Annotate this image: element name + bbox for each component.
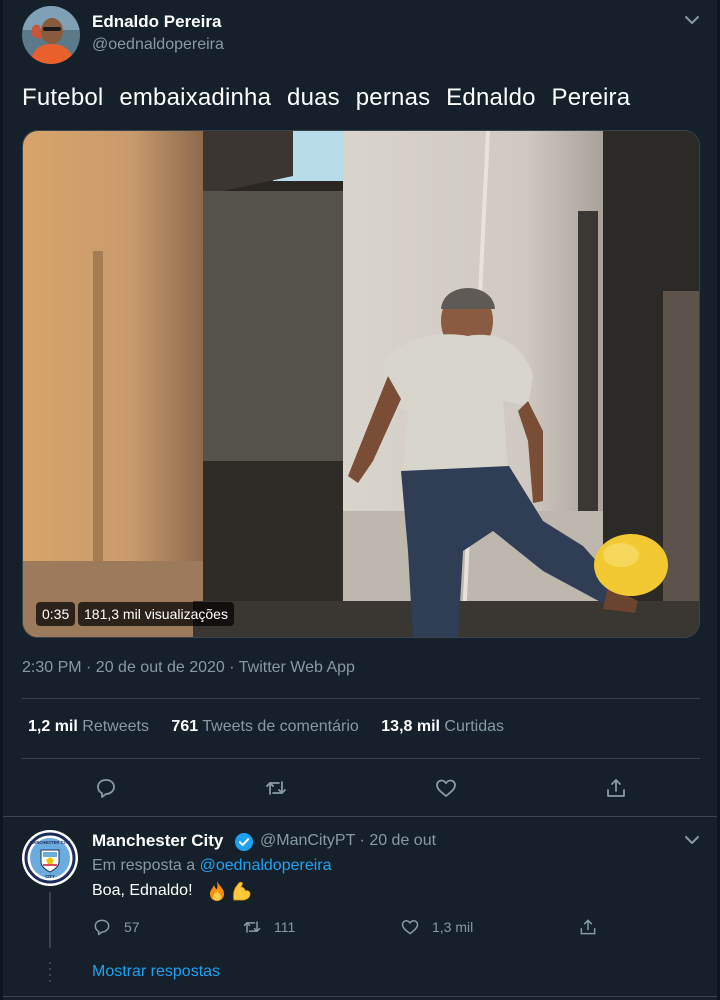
retweet-icon[interactable] — [262, 774, 290, 802]
video-views-badge: 181,3 mil visualizações — [78, 602, 234, 626]
thread-dots — [49, 962, 51, 984]
tweet-detail-page: Ednaldo Pereira @oednaldopereira Futebol… — [0, 0, 720, 1000]
divider — [22, 758, 700, 759]
crest-text: MANCHESTER CITY — [30, 840, 70, 845]
author-name[interactable]: Ednaldo Pereira — [92, 12, 221, 32]
share-icon — [580, 919, 596, 935]
video-duration-badge: 0:35 — [36, 602, 76, 626]
like-icon[interactable] — [432, 774, 460, 802]
thread-line — [49, 892, 51, 948]
reply-text: Boa, Ednaldo! — [92, 882, 193, 899]
reply-retweets-count: 111 — [274, 919, 296, 935]
reply-replies-count: 57 — [124, 919, 140, 935]
tweet-stats: 1,2 mil Retweets 761 Tweets de comentári… — [28, 718, 522, 736]
author-handle[interactable]: @oednaldopereira — [92, 36, 224, 54]
retweets-count[interactable]: 1,2 mil — [28, 718, 78, 735]
tweet-video[interactable] — [22, 130, 700, 638]
reply-author-avatar[interactable]: MANCHESTER CITY CITY — [22, 830, 78, 886]
flexed-biceps-icon — [230, 880, 252, 902]
likes-count[interactable]: 13,8 mil — [381, 718, 440, 735]
verified-badge-icon — [234, 832, 254, 852]
like-icon — [401, 920, 419, 935]
retweet-icon — [243, 921, 261, 933]
reply-meta: @ManCityPT · 20 de out — [260, 832, 436, 850]
reply-share-button[interactable] — [578, 916, 610, 938]
divider — [22, 698, 700, 699]
reply-likes-count: 1,3 mil — [432, 919, 474, 935]
reply-retweet-button[interactable]: 111 — [242, 916, 295, 938]
comments-label[interactable]: Tweets de comentário — [202, 718, 359, 735]
meta-separator: · — [359, 832, 365, 849]
comments-count[interactable]: 761 — [171, 718, 198, 735]
reply-prefix: Em resposta a — [92, 857, 196, 874]
author-avatar[interactable] — [22, 6, 80, 64]
divider — [3, 816, 717, 817]
window-edge-left — [0, 0, 3, 1000]
reply-icon — [94, 919, 110, 936]
fire-icon — [206, 880, 228, 902]
chevron-down-icon[interactable] — [682, 10, 702, 30]
tweet-timestamp[interactable]: 2:30 PM · 20 de out de 2020 · Twitter We… — [22, 659, 355, 677]
chevron-down-icon[interactable] — [682, 830, 702, 850]
reply-like-button[interactable]: 1,3 mil — [400, 916, 473, 938]
show-replies-link[interactable]: Mostrar respostas — [92, 963, 220, 981]
reply-author-name[interactable]: Manchester City — [92, 831, 223, 851]
reply-to-link[interactable]: @oednaldopereira — [200, 857, 332, 874]
share-icon[interactable] — [602, 774, 630, 802]
retweets-label[interactable]: Retweets — [82, 718, 149, 735]
crest-subtext: CITY — [45, 874, 55, 879]
divider — [3, 996, 717, 997]
tweet-text: Futebol embaixadinha duas pernas Ednaldo… — [22, 84, 631, 111]
reply-author-handle[interactable]: @ManCityPT — [260, 832, 355, 849]
reply-icon[interactable] — [92, 774, 120, 802]
likes-label[interactable]: Curtidas — [444, 718, 504, 735]
reply-reply-button[interactable]: 57 — [92, 916, 140, 938]
reply-date[interactable]: 20 de out — [369, 832, 436, 849]
reply-context: Em resposta a @oednaldopereira — [92, 857, 332, 875]
